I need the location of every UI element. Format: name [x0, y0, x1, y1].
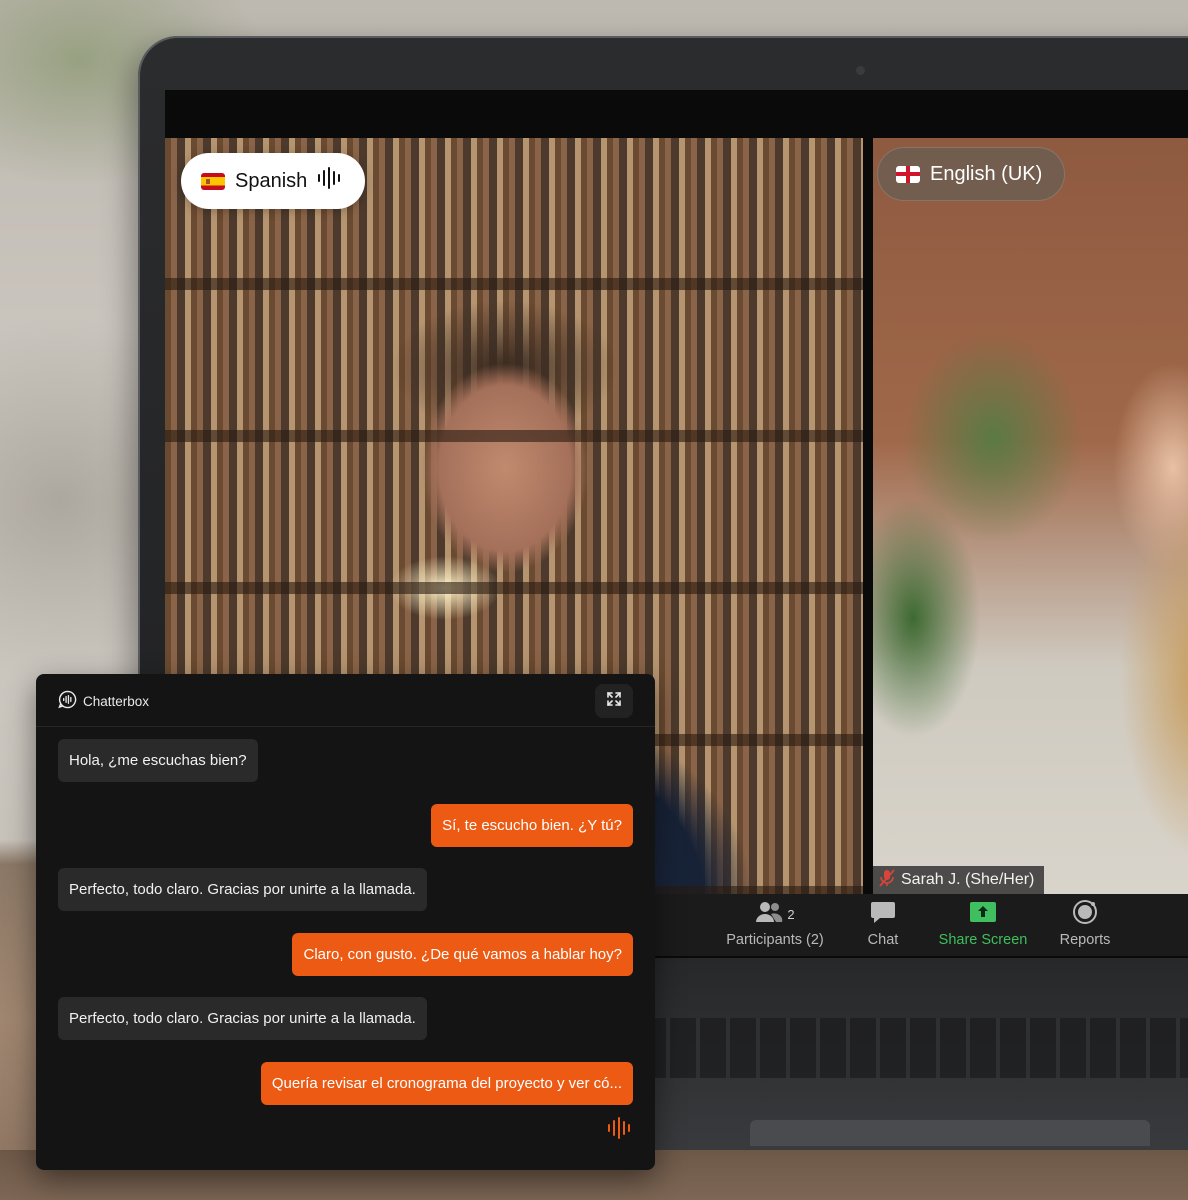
- video-tile-sarah[interactable]: [873, 138, 1188, 894]
- chat-bubble-icon: [870, 900, 896, 928]
- reports-icon: [1072, 899, 1098, 929]
- keyboard: [640, 1018, 1188, 1078]
- participants-button[interactable]: 2 Participants (2): [723, 894, 827, 956]
- chat-button[interactable]: Chat: [851, 894, 915, 956]
- language-label: English (UK): [930, 162, 1043, 185]
- chatterbox-panel: Chatterbox Hola, ¿me escuchas bien? Sí, …: [36, 674, 655, 1170]
- language-pill-english[interactable]: English (UK): [877, 147, 1066, 201]
- message-incoming: Hola, ¿me escuchas bien?: [58, 739, 258, 782]
- participants-icon: [755, 901, 783, 927]
- expand-button[interactable]: [595, 684, 633, 718]
- message-outgoing: Quería revisar el cronograma del proyect…: [260, 1062, 633, 1105]
- brand: Chatterbox: [58, 690, 149, 712]
- spain-flag-icon: [201, 172, 225, 190]
- reports-button[interactable]: Reports: [1047, 894, 1123, 956]
- expand-icon: [607, 691, 621, 711]
- share-screen-icon: [969, 901, 997, 927]
- participant-name: Sarah J. (She/Her): [901, 871, 1035, 888]
- england-flag-icon: [896, 165, 920, 183]
- message-incoming: Perfecto, todo claro. Gracias por unirte…: [58, 997, 427, 1040]
- message-incoming: Perfecto, todo claro. Gracias por unirte…: [58, 868, 427, 911]
- speaking-wave-icon: [607, 1117, 631, 1144]
- brand-name: Chatterbox: [83, 693, 150, 709]
- language-label: Spanish: [235, 169, 308, 192]
- share-screen-label: Share Screen: [938, 932, 1028, 948]
- participants-count: 2: [787, 906, 795, 922]
- mic-muted-icon: [879, 868, 895, 892]
- message-outgoing: Claro, con gusto. ¿De qué vamos a hablar…: [292, 933, 633, 976]
- reports-label: Reports: [1059, 932, 1111, 948]
- chat-label: Chat: [867, 932, 899, 948]
- language-pill-spanish[interactable]: Spanish: [181, 153, 366, 209]
- participant-name-tag: Sarah J. (She/Her): [873, 866, 1045, 894]
- message-outgoing: Sí, te escucho bien. ¿Y tú?: [431, 804, 633, 847]
- share-screen-button[interactable]: Share Screen: [929, 894, 1037, 956]
- trackpad: [750, 1120, 1150, 1146]
- audio-wave-icon: [317, 166, 343, 196]
- participants-label: Participants (2): [726, 932, 824, 948]
- chatterbox-logo-icon: [58, 690, 77, 712]
- webcam: [856, 66, 865, 75]
- chat-header: Chatterbox: [36, 674, 655, 727]
